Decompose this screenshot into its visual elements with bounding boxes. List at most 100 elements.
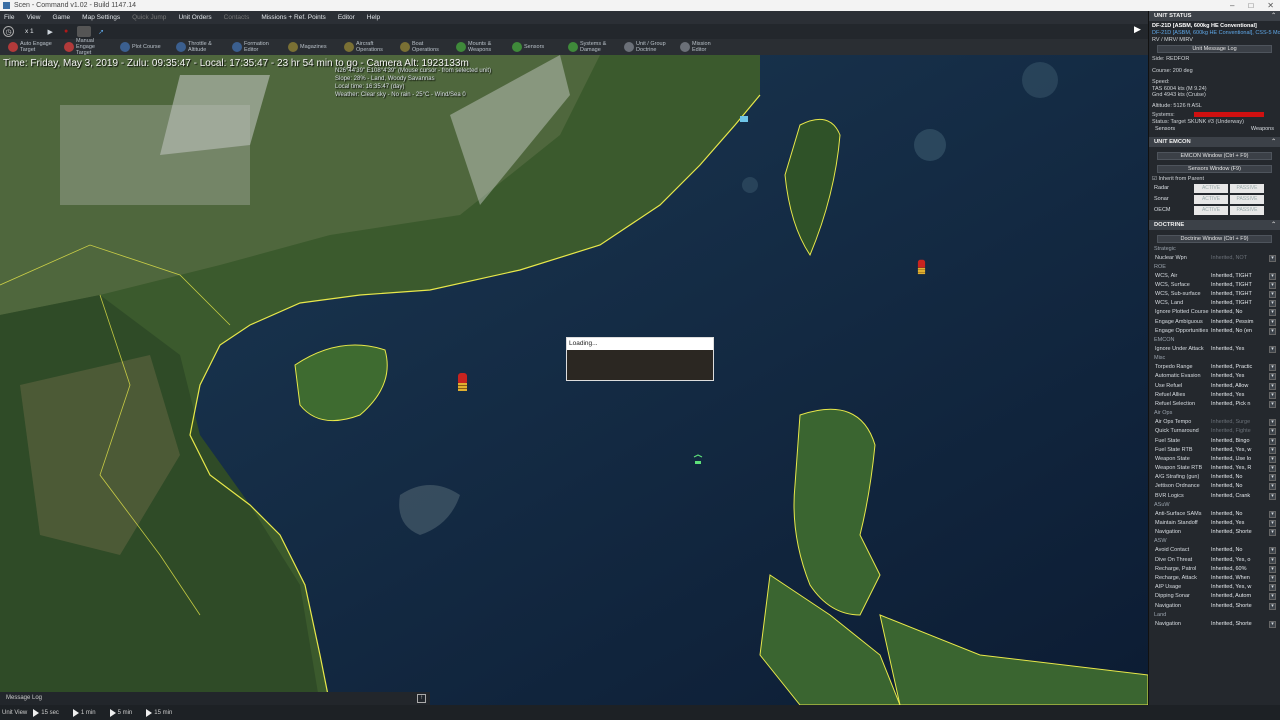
menu-item[interactable]: Map Settings <box>82 14 120 21</box>
doctrine-value[interactable]: Inherited, Pick n <box>1211 400 1259 409</box>
chevron-down-icon[interactable]: ▾ <box>1269 510 1276 518</box>
command-button[interactable]: Sensors <box>508 40 562 54</box>
doctrine-value[interactable]: Inherited, Yes, R <box>1211 464 1259 473</box>
clock-icon[interactable]: ◷ <box>3 26 14 37</box>
doctrine-value[interactable]: Inherited, Crank <box>1211 492 1259 501</box>
command-button[interactable]: Mission Editor <box>676 40 730 54</box>
command-button[interactable]: Formation Editor <box>228 40 282 54</box>
menu-item[interactable]: Help <box>367 14 380 21</box>
emcon-passive-button[interactable]: PASSIVE <box>1230 194 1264 204</box>
emcon-passive-button[interactable]: PASSIVE <box>1230 205 1264 215</box>
emcon-passive-button[interactable]: PASSIVE <box>1230 183 1264 193</box>
panel-toggle-icon[interactable]: ▶ <box>1134 24 1141 35</box>
sensors-window-button[interactable]: Sensors Window (F9) <box>1157 165 1272 173</box>
doctrine-value[interactable]: Inherited, Yes <box>1211 372 1259 381</box>
expand-icon[interactable]: ↑ <box>417 694 426 703</box>
unit-status-header[interactable]: UNIT STATUS ⌃ <box>1149 11 1280 21</box>
doctrine-value[interactable]: Inherited, Yes, w <box>1211 446 1259 455</box>
chevron-down-icon[interactable]: ▾ <box>1269 291 1276 299</box>
chevron-down-icon[interactable]: ▾ <box>1269 400 1276 408</box>
command-button[interactable]: Boat Operations <box>396 40 450 54</box>
pointer-icon[interactable]: ➚ <box>96 26 107 37</box>
doctrine-value[interactable]: Inherited, When <box>1211 574 1259 583</box>
play-icon[interactable]: ▶ <box>45 26 56 37</box>
time-step-button[interactable]: 15 sec <box>33 708 59 717</box>
unit-class-link[interactable]: DF-21D [ASBM, 600kg HE Conventional], CS… <box>1149 30 1280 37</box>
command-button[interactable]: Magazines <box>284 40 338 54</box>
unit-message-log-button[interactable]: Unit Message Log <box>1157 45 1272 53</box>
collapse-icon[interactable]: ⌃ <box>1271 220 1276 230</box>
doctrine-value[interactable]: Inherited, Use lo <box>1211 455 1259 464</box>
chevron-down-icon[interactable]: ▾ <box>1269 520 1276 527</box>
doctrine-value[interactable]: Inherited, No (en <box>1211 327 1259 336</box>
hostile-ship-marker[interactable] <box>458 373 467 391</box>
chevron-down-icon[interactable]: ▾ <box>1269 446 1276 454</box>
checkbox-icon[interactable]: ☑ <box>1152 176 1157 182</box>
command-button[interactable]: Mounts & Weapons <box>452 40 506 54</box>
chevron-down-icon[interactable]: ▾ <box>1269 492 1276 500</box>
time-step-button[interactable]: 5 min <box>109 708 132 717</box>
sensors-link[interactable]: Sensors <box>1155 126 1175 132</box>
menu-item[interactable]: Missions + Ref. Points <box>261 14 325 21</box>
menu-item[interactable]: Editor <box>338 14 355 21</box>
doctrine-value[interactable]: Inherited, Yes <box>1211 391 1259 400</box>
command-button[interactable]: Throttle & Altitude <box>172 40 226 54</box>
chevron-down-icon[interactable]: ▾ <box>1269 391 1276 399</box>
command-button[interactable]: Systems & Damage <box>564 40 618 54</box>
minimize-icon[interactable]: – <box>1230 0 1234 11</box>
chevron-down-icon[interactable]: ▾ <box>1269 364 1276 372</box>
chevron-down-icon[interactable]: ▾ <box>1269 474 1276 482</box>
chevron-down-icon[interactable]: ▾ <box>1269 281 1276 289</box>
hostile-unit-marker[interactable] <box>917 259 926 275</box>
chevron-down-icon[interactable]: ▾ <box>1269 382 1276 390</box>
chevron-down-icon[interactable]: ▾ <box>1269 373 1276 381</box>
chevron-down-icon[interactable]: ▾ <box>1269 556 1276 564</box>
doctrine-value[interactable]: Inherited, Practic <box>1211 363 1259 372</box>
doctrine-value[interactable]: Inherited, No <box>1211 546 1259 555</box>
doctrine-value[interactable]: Inherited, Shorte <box>1211 602 1259 611</box>
chevron-down-icon[interactable]: ▾ <box>1269 327 1276 335</box>
chevron-down-icon[interactable]: ▾ <box>1269 272 1276 280</box>
chevron-down-icon[interactable]: ▾ <box>1269 483 1276 491</box>
record-icon[interactable]: ● <box>61 26 72 37</box>
chevron-down-icon[interactable]: ▾ <box>1269 300 1276 308</box>
chevron-down-icon[interactable]: ▾ <box>1269 547 1276 555</box>
doctrine-window-button[interactable]: Doctrine Window (Ctrl + F9) <box>1157 234 1272 243</box>
time-compression[interactable]: x 1 <box>19 28 40 35</box>
chevron-down-icon[interactable]: ▾ <box>1269 465 1276 473</box>
doctrine-value[interactable]: Inherited, No <box>1211 308 1259 317</box>
collapse-icon[interactable]: ⌃ <box>1271 137 1276 147</box>
chevron-down-icon[interactable]: ▾ <box>1269 584 1276 592</box>
doctrine-value[interactable]: Inherited, Yes, o <box>1211 556 1259 565</box>
doctrine-value[interactable]: Inherited, TIGHT <box>1211 299 1259 308</box>
time-step-button[interactable]: 1 min <box>72 708 96 717</box>
doctrine-header[interactable]: DOCTRINE ⌃ <box>1149 219 1280 230</box>
menu-item[interactable]: Unit Orders <box>178 14 211 21</box>
weapons-link[interactable]: Weapons <box>1251 126 1274 132</box>
close-icon[interactable]: ✕ <box>1267 0 1274 11</box>
command-button[interactable]: Aircraft Operations <box>340 40 394 54</box>
doctrine-value[interactable]: Inherited, No <box>1211 473 1259 482</box>
doctrine-value[interactable]: Inherited, Autom <box>1211 592 1259 601</box>
chevron-down-icon[interactable]: ▾ <box>1269 620 1276 628</box>
doctrine-value[interactable]: Inherited, 60% <box>1211 565 1259 574</box>
doctrine-value[interactable]: Inherited, Bingo <box>1211 437 1259 446</box>
stop-icon[interactable] <box>76 26 91 37</box>
doctrine-value[interactable]: Inherited, No <box>1211 482 1259 491</box>
doctrine-value[interactable]: Inherited, No <box>1211 510 1259 519</box>
emcon-active-button[interactable]: ACTIVE <box>1194 205 1228 215</box>
doctrine-value[interactable]: Inherited, Shorte <box>1211 620 1259 629</box>
chevron-down-icon[interactable]: ▾ <box>1269 437 1276 445</box>
chevron-down-icon[interactable]: ▾ <box>1269 318 1276 326</box>
command-button[interactable]: Unit / Group Doctrine <box>620 40 674 54</box>
doctrine-value[interactable]: Inherited, Yes <box>1211 519 1259 528</box>
chevron-down-icon[interactable]: ▾ <box>1269 602 1276 610</box>
doctrine-value[interactable]: Inherited, Allow <box>1211 382 1259 391</box>
doctrine-value[interactable]: Inherited, Yes, w <box>1211 583 1259 592</box>
emcon-header[interactable]: UNIT EMCON ⌃ <box>1149 137 1280 147</box>
chevron-down-icon[interactable]: ▾ <box>1269 593 1276 601</box>
reference-point-marker[interactable] <box>740 116 748 122</box>
command-button[interactable]: Manual Engage Target <box>60 38 114 56</box>
maximize-icon[interactable]: □ <box>1248 0 1253 11</box>
menu-item[interactable]: View <box>26 14 40 21</box>
